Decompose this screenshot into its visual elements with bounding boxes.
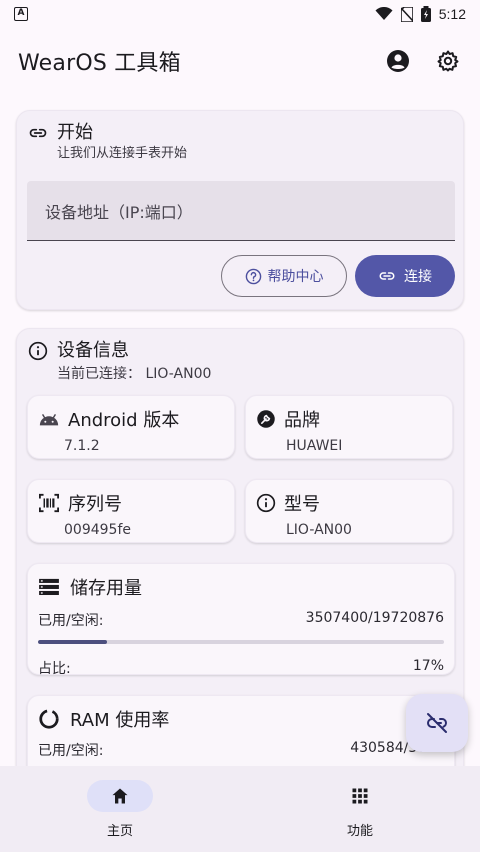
wifi-icon xyxy=(375,7,393,20)
model-value: LIO-AN00 xyxy=(286,522,352,538)
nav-features-label: 功能 xyxy=(346,824,373,839)
link-off-icon xyxy=(427,713,447,733)
status-bar: A 5:12 xyxy=(0,0,480,28)
wrench-icon xyxy=(257,410,275,428)
android-icon xyxy=(39,414,59,426)
storage-ratio-value: 17% xyxy=(412,658,444,674)
storage-tile: 储存用量 已用/空闲: 3507400/19720876 占比: 17% xyxy=(27,563,455,677)
serial-tile: 序列号 009495fe xyxy=(27,479,235,543)
device-address-input[interactable]: 设备地址（IP:端口） xyxy=(27,181,455,241)
settings-button[interactable] xyxy=(434,47,462,75)
device-address-placeholder: 设备地址（IP:端口） xyxy=(45,202,193,222)
connect-card-title: 开始 xyxy=(57,122,93,143)
info-icon xyxy=(28,341,48,361)
nav-home-indicator xyxy=(87,780,153,812)
battery-icon xyxy=(420,6,431,22)
help-circle-icon xyxy=(245,268,261,284)
storage-ratio-label: 占比: xyxy=(38,661,71,677)
link-icon xyxy=(29,128,47,138)
android-version-tile: Android 版本 7.1.2 xyxy=(27,395,235,459)
no-sim-icon xyxy=(400,6,413,22)
barcode-icon xyxy=(39,493,59,513)
storage-used-free-label: 已用/空闲: xyxy=(38,613,104,629)
gear-icon xyxy=(437,50,459,72)
nav-features-indicator xyxy=(327,780,393,812)
serial-value: 009495fe xyxy=(64,522,131,538)
storage-progress-bar xyxy=(38,640,444,644)
storage-icon xyxy=(39,578,59,596)
account-circle-icon xyxy=(387,50,409,72)
device-info-title: 设备信息 xyxy=(57,340,129,361)
connect-label: 连接 xyxy=(404,269,432,285)
status-time: 5:12 xyxy=(438,6,466,22)
connect-button[interactable]: 连接 xyxy=(355,255,455,297)
android-version-value: 7.1.2 xyxy=(64,438,100,454)
info-icon xyxy=(256,493,276,513)
account-button[interactable] xyxy=(384,47,412,75)
brand-title: 品牌 xyxy=(284,410,320,431)
app-bar: WearOS 工具箱 xyxy=(0,38,480,84)
connect-card: 开始 让我们从连接手表开始 设备地址（IP:端口） 帮助中心 连接 xyxy=(16,110,464,310)
nav-home-label: 主页 xyxy=(106,824,133,839)
storage-title: 储存用量 xyxy=(70,578,142,599)
nav-item-home[interactable]: 主页 xyxy=(0,766,240,852)
model-title: 型号 xyxy=(284,494,320,515)
serial-title: 序列号 xyxy=(68,494,122,515)
storage-used-free-value: 3507400/19720876 xyxy=(305,610,444,626)
app-notification-icon: A xyxy=(14,7,28,21)
app-title: WearOS 工具箱 xyxy=(18,51,181,76)
ram-used-free-label: 已用/空闲: xyxy=(38,743,104,759)
bottom-navigation: 主页 功能 xyxy=(0,766,480,852)
device-info-card: 设备信息 当前已连接： LIO-AN00 Android 版本 7.1.2 品牌… xyxy=(16,328,464,805)
ram-title: RAM 使用率 xyxy=(70,710,170,731)
brand-tile: 品牌 HUAWEI xyxy=(245,395,453,459)
model-tile: 型号 LIO-AN00 xyxy=(245,479,453,543)
ram-usage-icon xyxy=(39,709,59,729)
nav-item-features[interactable]: 功能 xyxy=(240,766,480,852)
help-center-button[interactable]: 帮助中心 xyxy=(221,255,347,297)
storage-progress-fill xyxy=(38,640,108,644)
help-center-label: 帮助中心 xyxy=(267,269,324,285)
home-icon xyxy=(112,788,128,804)
android-version-title: Android 版本 xyxy=(68,410,180,431)
link-icon xyxy=(379,272,395,280)
apps-grid-icon xyxy=(352,788,368,804)
disconnect-fab[interactable] xyxy=(406,694,468,752)
brand-value: HUAWEI xyxy=(286,438,343,454)
current-connected-text: 当前已连接： LIO-AN00 xyxy=(57,366,212,382)
connect-card-subtitle: 让我们从连接手表开始 xyxy=(57,146,188,161)
